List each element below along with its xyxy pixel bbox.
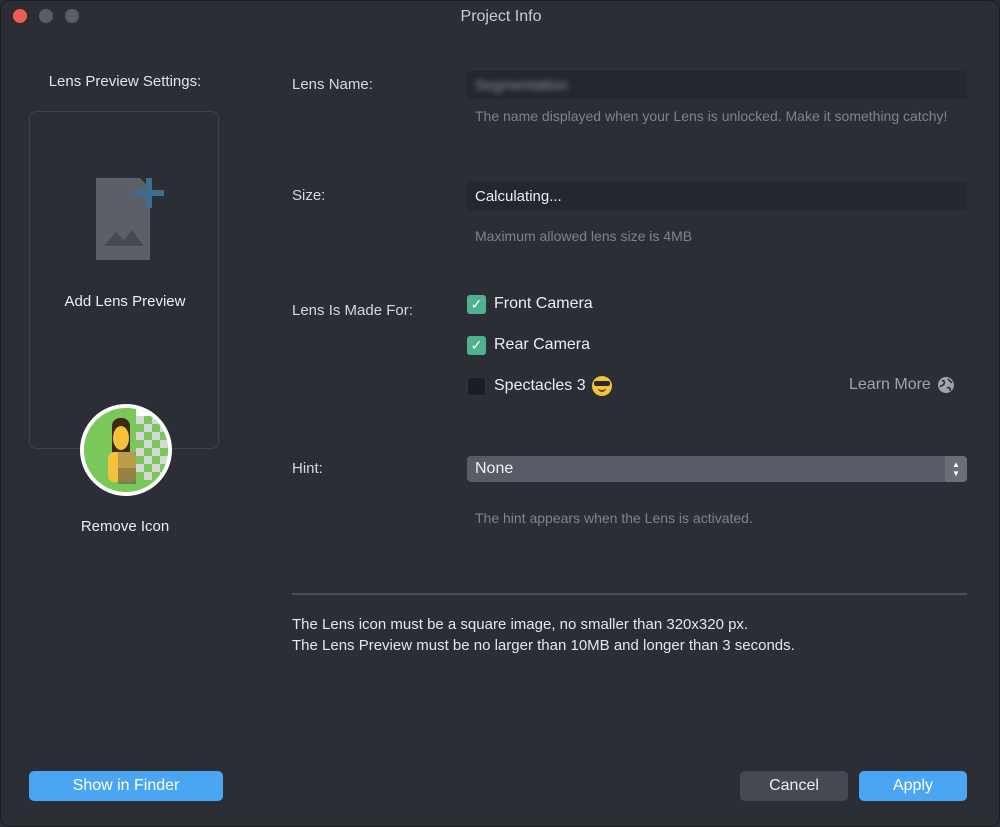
spectacles-label: Spectacles 3: [494, 377, 586, 394]
spectacles-option[interactable]: Spectacles 3: [467, 376, 612, 396]
window-title: Project Info: [460, 8, 542, 25]
checkmark-icon: ✓: [470, 295, 483, 312]
globe-icon: [937, 377, 954, 393]
remove-icon-link[interactable]: Remove Icon: [21, 518, 229, 535]
hint-label: Hint:: [292, 460, 323, 477]
spectacles-checkbox[interactable]: [467, 376, 486, 396]
lens-name-help: The name displayed when your Lens is unl…: [475, 108, 948, 124]
learn-more-link[interactable]: Learn More: [849, 376, 955, 394]
lens-icon-image: [84, 408, 168, 492]
add-image-icon: [96, 178, 164, 260]
lens-name-field[interactable]: Segmentation: [467, 71, 967, 99]
sidebar-title: Lens Preview Settings:: [48, 73, 202, 90]
cancel-button[interactable]: Cancel: [740, 771, 848, 801]
size-label: Size:: [292, 187, 326, 204]
size-field: Calculating...: [467, 182, 967, 210]
hint-select[interactable]: None ▲ ▼: [467, 456, 967, 482]
rear-camera-checkbox[interactable]: ✓: [467, 335, 486, 355]
chevron-updown-icon: ▲ ▼: [945, 456, 967, 482]
lens-name-value: Segmentation: [475, 77, 568, 94]
preview-requirement-note: The Lens Preview must be no larger than …: [292, 637, 795, 654]
rear-camera-label: Rear Camera: [494, 336, 591, 353]
front-camera-option[interactable]: ✓ Front Camera: [467, 294, 593, 314]
size-value: Calculating...: [475, 188, 562, 205]
rear-camera-option[interactable]: ✓ Rear Camera: [467, 335, 590, 355]
hint-value: None: [475, 460, 514, 477]
hint-help: The hint appears when the Lens is activa…: [475, 510, 753, 526]
front-camera-checkbox[interactable]: ✓: [467, 294, 486, 314]
add-lens-preview-label: Add Lens Preview: [64, 293, 186, 310]
lens-icon-avatar[interactable]: [80, 404, 172, 496]
sunglasses-emoji-icon: [591, 376, 612, 396]
title-bar: Project Info: [1, 1, 999, 33]
project-info-window: Project Info Lens Preview Settings: Add …: [0, 0, 1000, 827]
made-for-label: Lens Is Made For:: [292, 302, 413, 319]
checkmark-icon: ✓: [470, 336, 483, 353]
show-in-finder-button[interactable]: Show in Finder: [29, 771, 223, 801]
icon-requirement-note: The Lens icon must be a square image, no…: [292, 616, 749, 633]
lens-name-label: Lens Name:: [292, 76, 373, 93]
size-help: Maximum allowed lens size is 4MB: [475, 228, 693, 244]
front-camera-label: Front Camera: [494, 295, 593, 312]
add-lens-preview-card[interactable]: Add Lens Preview: [29, 111, 219, 449]
apply-button[interactable]: Apply: [859, 771, 967, 801]
divider: [292, 593, 967, 595]
learn-more-label: Learn More: [849, 376, 931, 393]
